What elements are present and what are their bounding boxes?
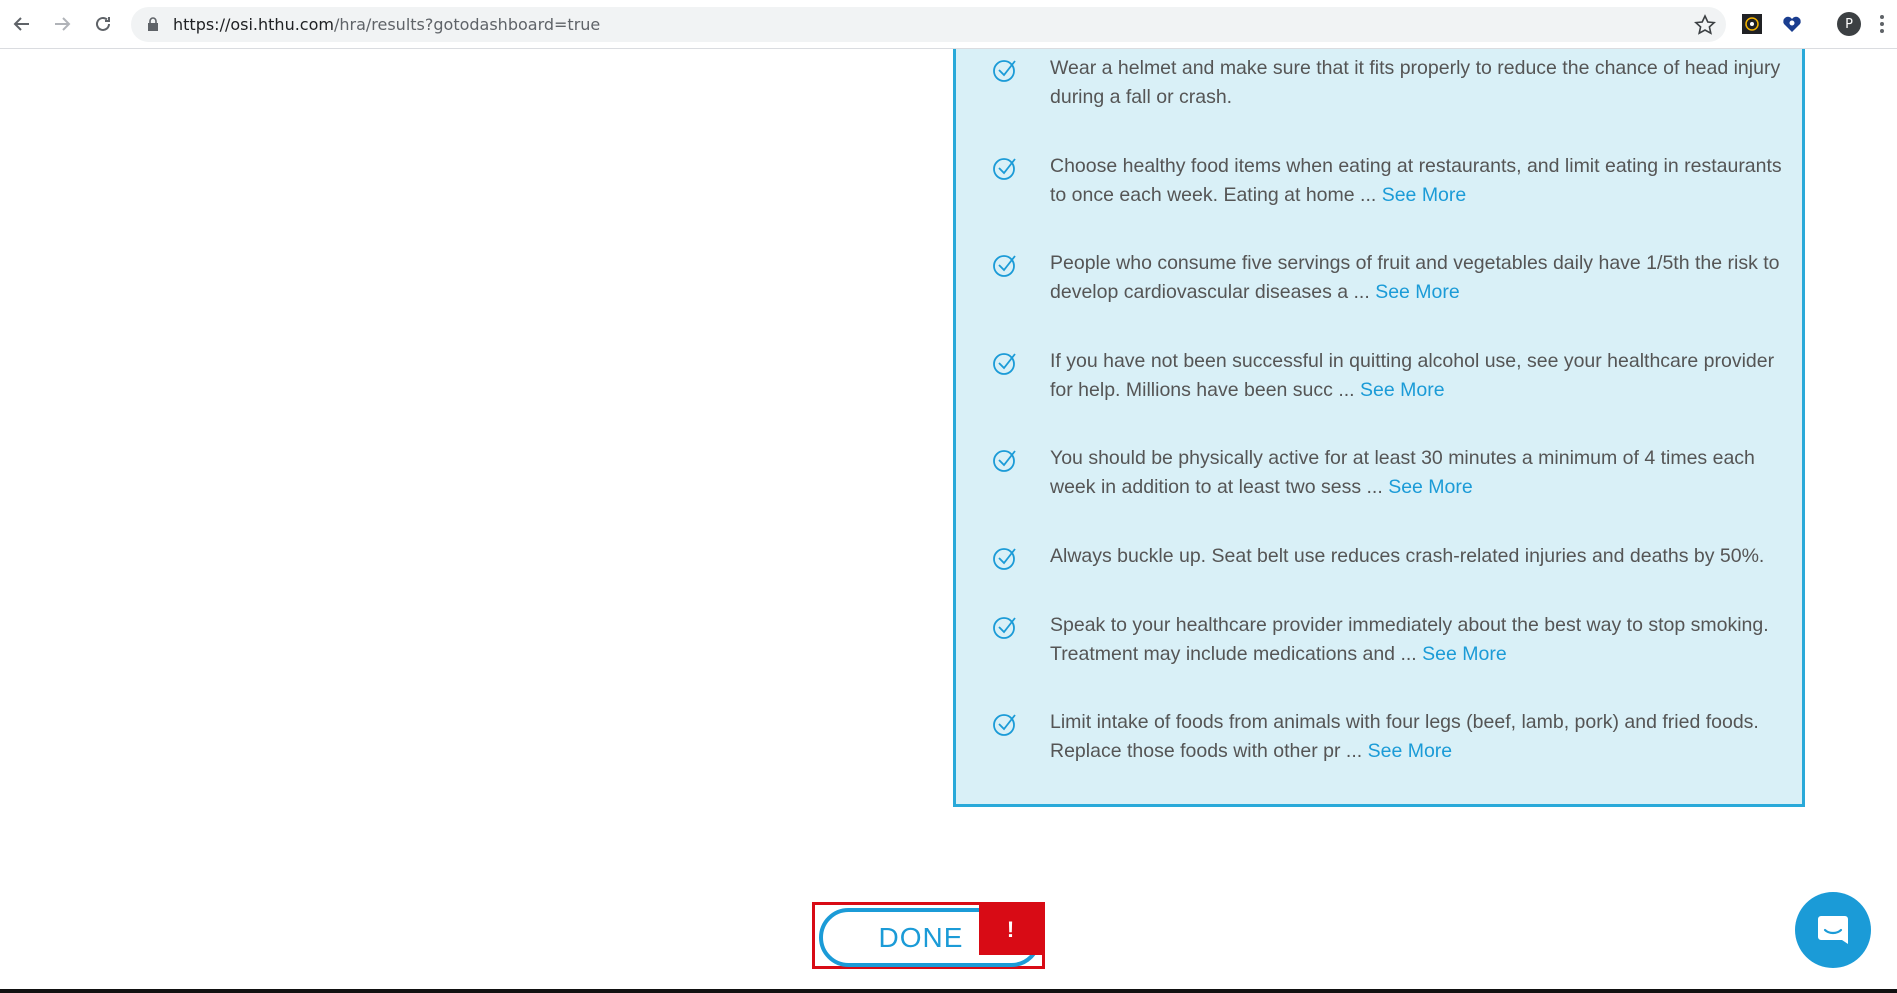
browser-toolbar: https://osi.hthu.com/hra/results?gotodas… [0, 0, 1897, 49]
extension-icon[interactable] [1741, 13, 1763, 35]
tip-text: Always buckle up. Seat belt use reduces … [1050, 545, 1765, 567]
check-circle-icon [993, 548, 1016, 570]
chat-icon [1818, 916, 1848, 944]
menu-kebab-icon[interactable] [1876, 12, 1888, 36]
reload-button[interactable] [89, 10, 117, 38]
reload-icon [96, 16, 110, 31]
tip-text: You should be physically active for at l… [1050, 447, 1755, 498]
check-circle-icon [993, 158, 1016, 180]
arrow-right-icon [55, 17, 71, 31]
chat-launcher-button[interactable] [1795, 892, 1871, 968]
error-indicator: ! [979, 905, 1042, 955]
back-button[interactable] [8, 10, 36, 38]
tip-text: If you have not been successful in quitt… [1050, 350, 1775, 401]
see-more-link[interactable]: See More [1360, 379, 1445, 401]
arrow-left-icon [13, 17, 29, 31]
heart-extension-icon[interactable] [1781, 13, 1803, 35]
tip-text: People who consume five servings of frui… [1050, 252, 1780, 303]
url-text: https://osi.hthu.com/hra/results?gotodas… [173, 15, 601, 34]
taskbar-edge [0, 989, 1897, 993]
check-circle-icon [993, 714, 1016, 736]
check-circle-icon [993, 255, 1016, 277]
star-icon[interactable] [1694, 14, 1716, 36]
forward-button[interactable] [48, 10, 76, 38]
see-more-link[interactable]: See More [1388, 476, 1473, 498]
address-bar[interactable]: https://osi.hthu.com/hra/results?gotodas… [131, 7, 1726, 42]
see-more-link[interactable]: See More [1422, 643, 1507, 665]
see-more-link[interactable]: See More [1382, 184, 1467, 206]
see-more-link[interactable]: See More [1368, 740, 1453, 762]
tip-text: Speak to your healthcare provider immedi… [1050, 614, 1769, 665]
tip-text: Wear a helmet and make sure that it fits… [1050, 57, 1781, 108]
check-circle-icon [993, 450, 1016, 472]
check-circle-icon [993, 353, 1016, 375]
check-circle-icon [993, 60, 1016, 82]
check-circle-icon [993, 617, 1016, 639]
lock-icon [148, 17, 158, 31]
profile-avatar[interactable]: P [1837, 12, 1861, 36]
done-button-highlight: DONE ! [812, 902, 1045, 969]
see-more-link[interactable]: See More [1375, 281, 1460, 303]
health-tips-panel: Wear a helmet and make sure that it fits… [953, 49, 1805, 807]
tip-text: Choose healthy food items when eating at… [1050, 155, 1782, 206]
tip-text: Limit intake of foods from animals with … [1050, 711, 1759, 762]
